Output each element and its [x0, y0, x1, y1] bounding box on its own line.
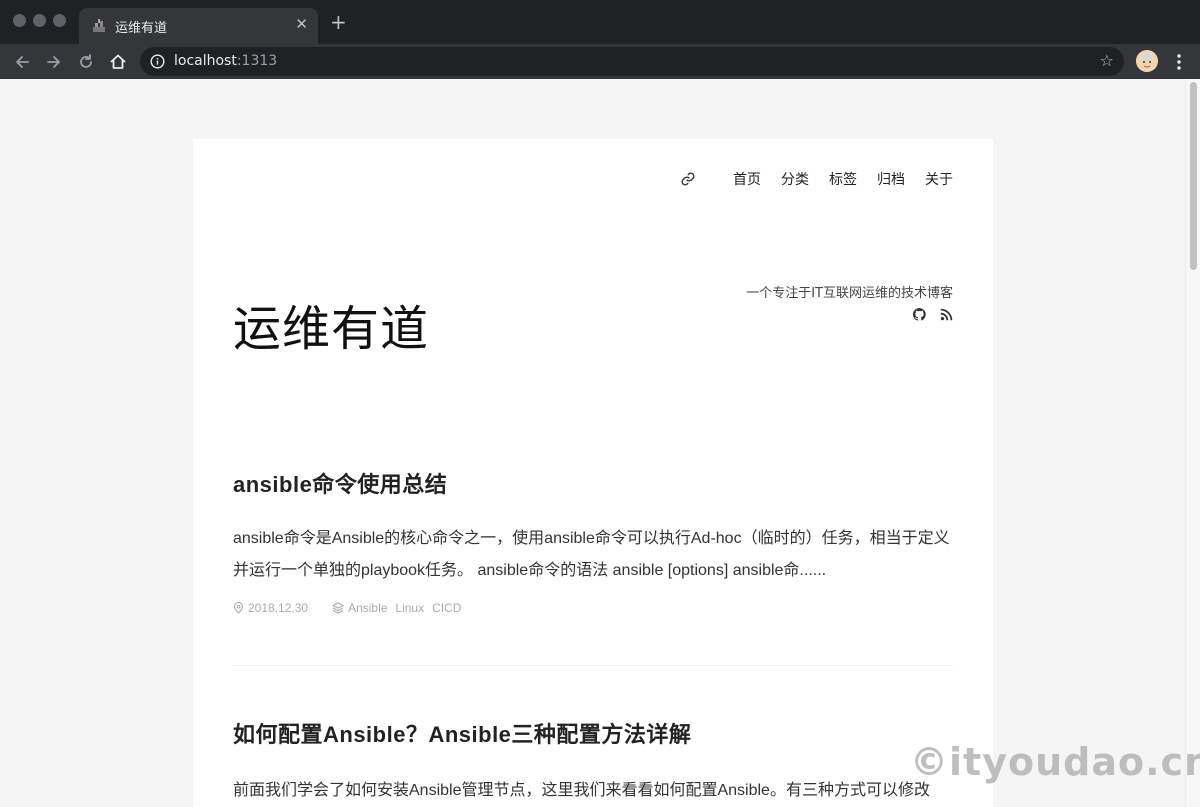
back-button[interactable] [10, 50, 34, 74]
browser-tabbar: 运维有道 ✕ + [0, 0, 1200, 44]
window-minimize-button[interactable] [33, 14, 46, 27]
layers-icon [332, 602, 344, 614]
bookmark-star-icon[interactable]: ☆ [1100, 51, 1114, 70]
nav-item-categories[interactable]: 分类 [781, 169, 809, 189]
post-excerpt: ansible命令是Ansible的核心命令之一，使用ansible命令可以执行… [233, 530, 950, 579]
location-pin-icon [233, 602, 244, 614]
post-tag[interactable]: Linux [395, 601, 424, 615]
nav-item-home[interactable]: 首页 [733, 169, 761, 189]
site-favicon-icon [93, 19, 105, 32]
window-close-button[interactable] [13, 14, 26, 27]
new-tab-button[interactable]: + [330, 11, 347, 33]
browser-toolbar: localhost:1313 ☆ [0, 44, 1200, 79]
post-meta: 2018.12.30 Ansible Linux CICD [233, 601, 953, 615]
url-text: localhost:1313 [174, 53, 277, 69]
nav-item-tags[interactable]: 标签 [829, 169, 857, 189]
scrollbar-thumb[interactable] [1190, 82, 1197, 270]
arrow-right-icon [47, 56, 60, 68]
info-icon[interactable] [150, 54, 165, 69]
profile-face-icon [1136, 50, 1158, 72]
post-item: 如何配置Ansible？Ansible三种配置方法详解 前面我们学会了如何安装A… [233, 717, 953, 807]
reload-button[interactable] [74, 50, 98, 74]
github-icon[interactable] [913, 308, 926, 321]
link-icon[interactable] [681, 172, 695, 186]
forward-button[interactable] [42, 50, 66, 74]
window-zoom-button[interactable] [53, 14, 66, 27]
address-bar[interactable]: localhost:1313 ☆ [140, 47, 1124, 76]
browser-tab[interactable]: 运维有道 ✕ [79, 8, 318, 44]
url-port: :1313 [236, 53, 278, 69]
site-description: 一个专注于IT互联网运维的技术博客 [746, 286, 953, 301]
social-links [913, 308, 953, 321]
browser-menu-icon[interactable] [1170, 50, 1188, 74]
url-host: localhost [174, 53, 237, 69]
nav-item-archives[interactable]: 归档 [877, 169, 905, 189]
post-item: ansible命令使用总结 ansible命令是Ansible的核心命令之一，使… [233, 467, 953, 615]
blog-container: 首页 分类 标签 归档 关于 运维有道 一个专注于IT互联网运维的技术博客 an… [193, 139, 993, 807]
home-icon [110, 54, 126, 69]
post-tag[interactable]: CICD [432, 601, 461, 615]
post-divider [233, 665, 953, 666]
rss-icon[interactable] [940, 308, 953, 321]
post-date: 2018.12.30 [248, 601, 309, 615]
site-nav: 首页 分类 标签 归档 关于 [681, 169, 953, 189]
watermark: ©ityoudao.cn [910, 740, 1200, 784]
page-scrollbar[interactable] [1185, 79, 1200, 807]
nav-item-about[interactable]: 关于 [925, 169, 953, 189]
profile-avatar[interactable] [1136, 50, 1158, 72]
arrow-left-icon [16, 56, 29, 68]
tab-close-icon[interactable]: ✕ [295, 15, 308, 33]
post-tag[interactable]: Ansible [348, 601, 387, 615]
reload-icon [80, 54, 92, 68]
page-viewport: 首页 分类 标签 归档 关于 运维有道 一个专注于IT互联网运维的技术博客 an… [0, 79, 1200, 807]
post-title[interactable]: ansible命令使用总结 [233, 467, 953, 499]
home-button[interactable] [106, 50, 130, 74]
tab-title: 运维有道 [115, 21, 168, 36]
site-title[interactable]: 运维有道 [233, 289, 429, 359]
post-title[interactable]: 如何配置Ansible？Ansible三种配置方法详解 [233, 717, 953, 749]
post-excerpt: 前面我们学会了如何安装Ansible管理节点，这里我们来看看如何配置Ansibl… [233, 782, 930, 799]
